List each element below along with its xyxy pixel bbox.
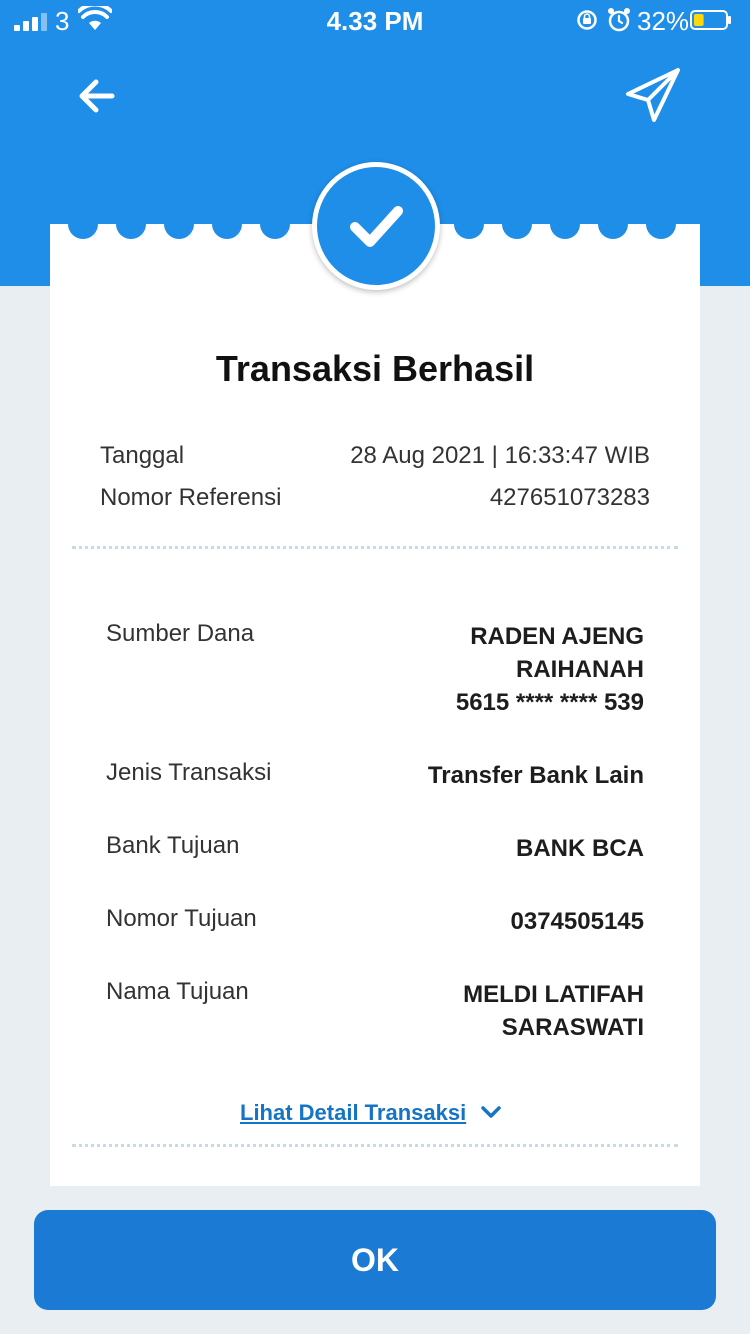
detail-value-line: Transfer Bank Lain — [427, 762, 644, 789]
arrow-left-icon[interactable] — [74, 74, 118, 118]
detail-value: BANK BCA — [516, 832, 644, 865]
meta-value: 427651073283 — [489, 484, 650, 511]
meta-value: 28 Aug 2021 | 16:33:47 WIB — [350, 442, 650, 469]
detail-label: Sumber Dana — [106, 620, 255, 647]
battery-icon — [690, 10, 731, 30]
detail-value-line: 5615 **** **** 539 — [455, 689, 644, 716]
scallop-decoration — [260, 209, 290, 239]
detail-label: Nama Tujuan — [106, 978, 249, 1005]
meta-label: Tanggal — [100, 442, 185, 469]
detail-value: MELDI LATIFAH SARASWATI — [463, 978, 644, 1044]
detail-value-line: MELDI LATIFAH — [463, 981, 644, 1008]
chevron-down-icon[interactable] — [480, 1104, 502, 1120]
success-badge — [312, 162, 440, 290]
detail-value-line: RAIHANAH — [516, 656, 644, 683]
scallop-decoration — [68, 209, 98, 239]
alarm-icon — [608, 8, 630, 32]
detail-value-line: RADEN AJENG — [470, 623, 644, 650]
detail-value: Transfer Bank Lain — [428, 759, 644, 792]
scallop-decoration — [164, 209, 194, 239]
detail-value: 0374505145 — [511, 905, 644, 938]
scallop-decoration — [212, 209, 242, 239]
check-icon — [350, 206, 403, 247]
page-title: Transaksi Berhasil — [215, 348, 535, 389]
scallop-decoration — [454, 209, 484, 239]
detail-value-line: SARASWATI — [501, 1014, 644, 1041]
dotted-divider — [72, 1144, 678, 1147]
detail-value-line: 0374505145 — [510, 908, 644, 935]
receipt-card: Transaksi Berhasil Tanggal 28 Aug 2021 |… — [50, 162, 700, 1186]
scallop-decoration — [116, 209, 146, 239]
view-details-link[interactable]: Lihat Detail Transaksi — [240, 1100, 466, 1126]
scallop-decoration — [646, 209, 676, 239]
detail-label: Jenis Transaksi — [106, 759, 272, 786]
detail-label: Bank Tujuan — [106, 832, 240, 859]
scallop-decoration — [598, 209, 628, 239]
meta-label: Nomor Referensi — [100, 484, 282, 511]
ok-button[interactable]: OK — [34, 1210, 716, 1310]
dotted-divider — [72, 546, 678, 549]
detail-label: Nomor Tujuan — [106, 905, 257, 932]
scallop-decoration — [502, 209, 532, 239]
battery-percentage: 32% — [637, 6, 690, 36]
status-bar: 3 4.33 PM 32% — [0, 0, 750, 42]
detail-value: RADEN AJENG RAIHANAH 5615 **** **** 539 — [456, 620, 644, 719]
detail-value-line: BANK BCA — [516, 835, 644, 862]
rotation-lock-icon — [577, 10, 597, 30]
scallop-decoration — [550, 209, 580, 239]
paper-plane-icon[interactable] — [622, 66, 682, 126]
